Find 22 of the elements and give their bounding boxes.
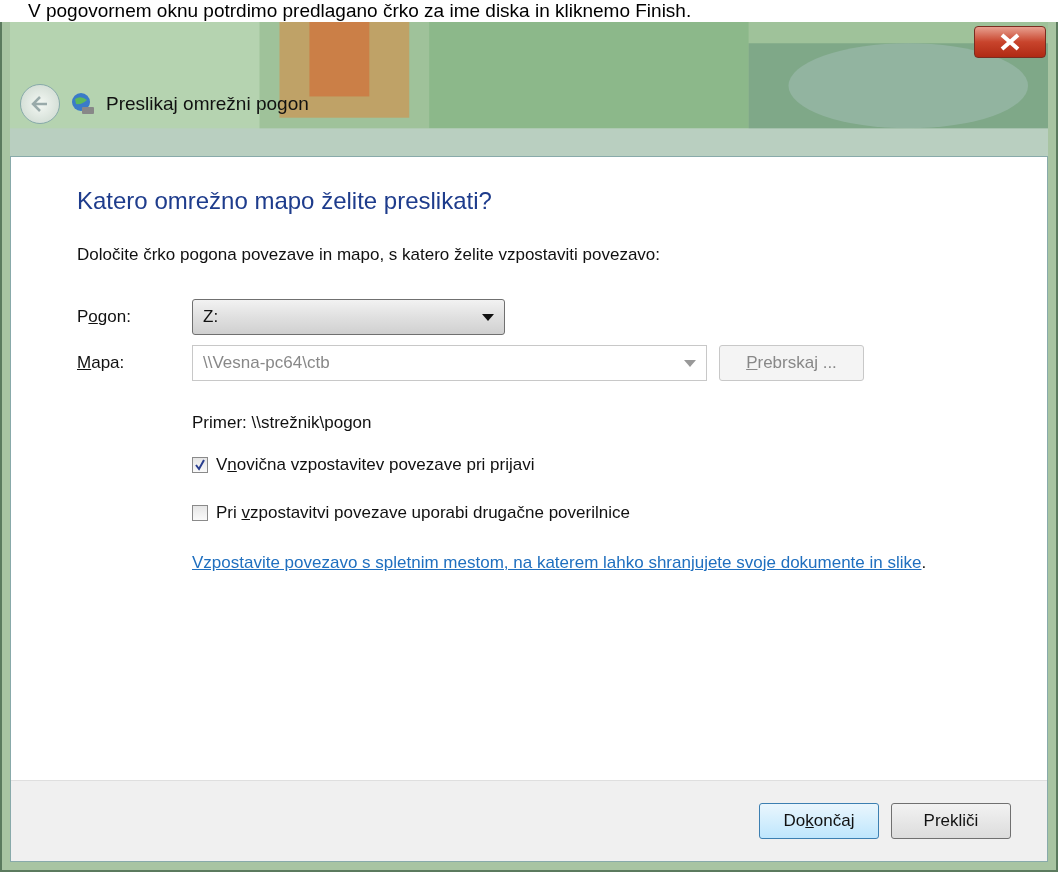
field-label: Mapa: <box>77 353 126 373</box>
instruction-text: Določite črko pogona povezave in mapo, s katero želite vzpostaviti povezavo: <box>77 245 662 265</box>
caret-icon <box>482 313 494 321</box>
close-button[interactable] <box>974 26 1046 58</box>
dropdown[interactable]: Z: <box>192 299 505 335</box>
close-icon <box>999 33 1021 51</box>
heading: Katero omrežno mapo želite preslikati? <box>77 187 493 215</box>
example-text: Primer: \\strežnik\pogon <box>192 413 373 433</box>
website-link[interactable]: Vzpostavite povezavo s spletnim mestom, na katerem lahko shranjujete svoje dokumente in slike <box>192 553 922 572</box>
window-title: Preslikaj omrežni pogon <box>106 93 309 115</box>
link-paragraph: Vzpostavite povezavo s spletnim mestom, na katerem lahko shranjujete svoje dokumente in slike. <box>192 552 928 574</box>
checkbox-label: Pri vzpostavitvi povezave uporabi drugačne poverilnice <box>216 503 630 523</box>
checkbox[interactable] <box>192 505 208 521</box>
checkbox-label: Vnovična vzpostavitev povezave pri prijavi <box>216 455 535 475</box>
caption-text: V pogovornem oknu potrdimo predlagano črko za ime diska in kliknemo Finish. <box>27 0 693 22</box>
arrow-left-icon <box>30 95 50 113</box>
cancel-button[interactable]: Prekliči <box>891 803 1011 839</box>
network-drive-icon <box>70 91 96 117</box>
finish-button[interactable]: Dokončaj <box>759 803 879 839</box>
caret-icon <box>684 359 696 367</box>
checkbox[interactable] <box>192 457 208 473</box>
field-label: Pogon: <box>77 307 132 327</box>
